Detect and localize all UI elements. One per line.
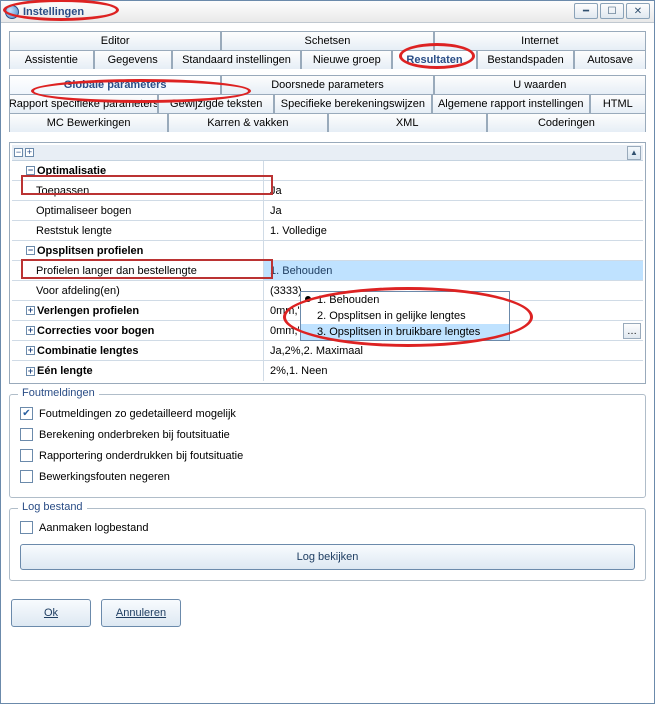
group-foutmeldingen: Foutmeldingen <box>18 387 99 399</box>
tab-coderingen[interactable]: Coderingen <box>487 113 646 132</box>
tab-xml[interactable]: XML <box>328 113 487 132</box>
chk-detailed-label: Foutmeldingen zo gedetailleerd mogelijk <box>39 408 236 420</box>
row-reststuk-label: Reststuk lengte <box>36 225 112 237</box>
chk-ignore[interactable] <box>20 470 33 483</box>
collapse-icon[interactable]: − <box>26 246 35 255</box>
tab-gewijzigde-teksten[interactable]: Gewijzigde teksten <box>158 94 274 113</box>
group-combinatie: Combinatie lengtes <box>37 345 138 357</box>
expand-icon[interactable]: + <box>26 326 35 335</box>
group-optimalisatie: Optimalisatie <box>37 165 106 177</box>
chk-ignore-label: Bewerkingsfouten negeren <box>39 471 170 483</box>
dropdown-item-2[interactable]: 2. Opsplitsen in gelijke lengtes <box>301 308 509 324</box>
ok-button[interactable]: Ok <box>11 599 91 627</box>
tab-nieuwegroep[interactable]: Nieuwe groep <box>301 50 392 69</box>
row-profielen-langer-value[interactable]: 1. Behouden <box>264 261 643 280</box>
tab-editor[interactable]: Editor <box>9 31 221 50</box>
tab-assistentie[interactable]: Assistentie <box>9 50 94 69</box>
chk-create-log[interactable] <box>20 521 33 534</box>
row-toepassen-label: Toepassen <box>36 185 89 197</box>
collapse-all-icon[interactable]: − <box>14 148 23 157</box>
tab-rapport-specifiek[interactable]: Rapport specifieke parameters <box>9 94 158 113</box>
close-button[interactable]: ✕ <box>626 3 650 19</box>
view-log-button[interactable]: Log bekijken <box>20 544 635 570</box>
group-log: Log bestand <box>18 501 87 513</box>
tab-mc-bewerkingen[interactable]: MC Bewerkingen <box>9 113 168 132</box>
row-afdeling-label: Voor afdeling(en) <box>36 285 120 297</box>
chk-detailed[interactable]: ✔ <box>20 407 33 420</box>
window-title: Instellingen <box>23 6 84 18</box>
tab-u-waarden[interactable]: U waarden <box>434 75 646 94</box>
row-profielen-langer-label: Profielen langer dan bestellengte <box>36 265 197 277</box>
tab-html[interactable]: HTML <box>590 94 646 113</box>
ellipsis-button[interactable]: … <box>623 323 641 339</box>
scroll-up-icon[interactable]: ▲ <box>627 146 641 160</box>
tab-doorsnede-parameters[interactable]: Doorsnede parameters <box>221 75 433 94</box>
tab-schetsen[interactable]: Schetsen <box>221 31 433 50</box>
expand-icon[interactable]: + <box>26 346 35 355</box>
chk-interrupt-label: Berekening onderbreken bij foutsituatie <box>39 429 230 441</box>
row-reststuk-value[interactable]: 1. Volledige <box>264 221 643 240</box>
tab-autosave[interactable]: Autosave <box>574 50 646 69</box>
collapse-icon[interactable]: − <box>26 166 35 175</box>
row-optimaliseer-bogen-value[interactable]: Ja <box>264 201 643 220</box>
minimize-button[interactable]: ━ <box>574 3 598 19</box>
tab-algemene-rapport[interactable]: Algemene rapport instellingen <box>432 94 590 113</box>
row-toepassen-value[interactable]: Ja <box>264 181 643 200</box>
tab-specifieke-berekeningswijzen[interactable]: Specifieke berekeningswijzen <box>274 94 432 113</box>
tab-internet[interactable]: Internet <box>434 31 646 50</box>
tab-karren-vakken[interactable]: Karren & vakken <box>168 113 327 132</box>
tab-gegevens[interactable]: Gegevens <box>94 50 172 69</box>
tab-standaard[interactable]: Standaard instellingen <box>172 50 302 69</box>
dropdown-panel: 1. Behouden 2. Opsplitsen in gelijke len… <box>300 291 510 341</box>
group-verlengen: Verlengen profielen <box>37 305 139 317</box>
app-icon <box>5 5 19 19</box>
group-eenlengte: Eén lengte <box>37 365 93 377</box>
tab-globale-parameters[interactable]: Globale parameters <box>9 75 221 94</box>
chk-suppress[interactable] <box>20 449 33 462</box>
chk-create-log-label: Aanmaken logbestand <box>39 522 148 534</box>
dropdown-item-3[interactable]: 3. Opsplitsen in bruikbare lengtes <box>301 324 509 340</box>
group-opsplitsen: Opsplitsen profielen <box>37 245 143 257</box>
chk-suppress-label: Rapportering onderdrukken bij foutsituat… <box>39 450 243 462</box>
expand-all-icon[interactable]: + <box>25 148 34 157</box>
chk-interrupt[interactable] <box>20 428 33 441</box>
group-correcties: Correcties voor bogen <box>37 325 154 337</box>
cancel-button[interactable]: Annuleren <box>101 599 181 627</box>
maximize-button[interactable]: ☐ <box>600 3 624 19</box>
expand-icon[interactable]: + <box>26 367 35 376</box>
expand-icon[interactable]: + <box>26 306 35 315</box>
tab-bestandspaden[interactable]: Bestandspaden <box>477 50 574 69</box>
row-optimaliseer-bogen-label: Optimaliseer bogen <box>36 205 131 217</box>
dropdown-item-1[interactable]: 1. Behouden <box>301 292 509 308</box>
row-combinatie-value[interactable]: Ja,2%,2. Maximaal <box>264 341 643 360</box>
radio-selected-icon <box>305 296 311 302</box>
tab-resultaten[interactable]: Resultaten <box>392 50 477 69</box>
row-eenlengte-value[interactable]: 2%,1. Neen <box>264 361 643 381</box>
